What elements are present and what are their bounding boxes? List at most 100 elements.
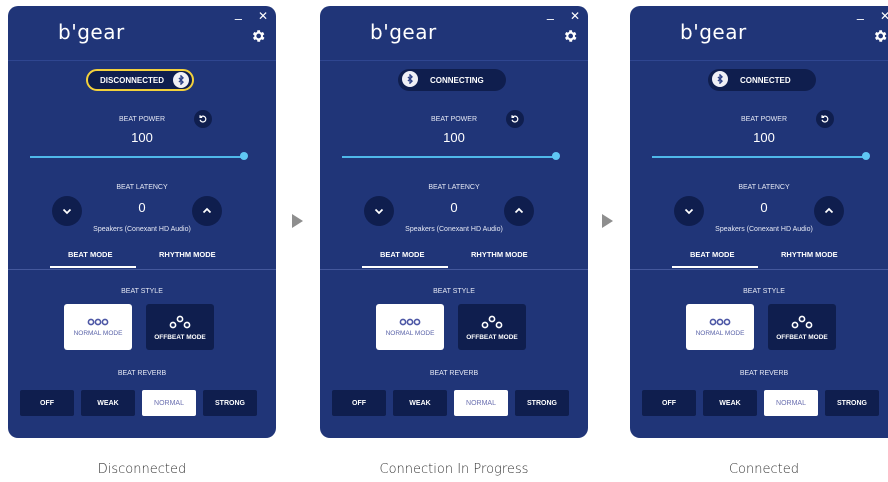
divider: [320, 269, 588, 270]
offbeat-mode-label: OFFBEAT MODE: [154, 333, 206, 341]
reverb-normal-button[interactable]: NORMAL: [142, 390, 196, 416]
reverb-weak-button[interactable]: WEAK: [81, 390, 135, 416]
divider: [630, 269, 888, 270]
slider-thumb[interactable]: [552, 152, 560, 160]
normal-mode-button[interactable]: NORMAL MODE: [64, 304, 132, 350]
connection-status-label: CONNECTED: [740, 75, 791, 85]
minimize-button[interactable]: –: [547, 12, 554, 25]
device-name: Speakers (Conexant HD Audio): [715, 226, 813, 233]
panel-caption: Connection In Progress: [379, 462, 529, 477]
bgear-window: – ✕ b'gear CONNECTED BEAT POWER 100 BEAT…: [630, 6, 888, 438]
connection-toggle[interactable]: DISCONNECTED: [86, 69, 194, 91]
connection-status-label: CONNECTING: [430, 75, 484, 85]
close-button[interactable]: ✕: [880, 10, 888, 22]
bluetooth-icon: [712, 71, 728, 87]
app-logo: b'gear: [58, 20, 125, 44]
latency-up-button[interactable]: [504, 196, 534, 226]
reset-icon: [199, 115, 207, 123]
minimize-button[interactable]: –: [857, 12, 864, 25]
divider: [8, 269, 276, 270]
reset-icon: [511, 115, 519, 123]
offbeat-mode-button[interactable]: OFFBEAT MODE: [458, 304, 526, 350]
normal-mode-icon: [87, 318, 109, 325]
reverb-strong-button[interactable]: STRONG: [515, 390, 569, 416]
latency-up-button[interactable]: [814, 196, 844, 226]
offbeat-mode-icon: [169, 315, 191, 328]
reverb-strong-button[interactable]: STRONG: [825, 390, 879, 416]
gear-icon[interactable]: [562, 28, 578, 44]
chevron-up-icon: [514, 207, 524, 214]
offbeat-mode-label: OFFBEAT MODE: [466, 333, 518, 341]
gear-icon[interactable]: [250, 28, 266, 44]
beat-style-label: BEAT STYLE: [743, 288, 785, 295]
normal-mode-label: NORMAL MODE: [695, 329, 745, 337]
offbeat-mode-icon: [481, 315, 503, 328]
beat-reverb-label: BEAT REVERB: [739, 370, 789, 377]
app-logo: b'gear: [370, 20, 437, 44]
minimize-button[interactable]: –: [235, 12, 242, 25]
mode-tabs: BEAT MODE RHYTHM MODE: [630, 250, 888, 270]
latency-up-button[interactable]: [192, 196, 222, 226]
reverb-off-button[interactable]: OFF: [20, 390, 74, 416]
close-button[interactable]: ✕: [258, 10, 268, 22]
active-tab-indicator: [50, 266, 136, 268]
connection-toggle[interactable]: CONNECTING: [398, 69, 506, 91]
beat-power-label: BEAT POWER: [740, 116, 788, 123]
divider: [630, 60, 888, 61]
offbeat-mode-label: OFFBEAT MODE: [776, 333, 828, 341]
normal-mode-button[interactable]: NORMAL MODE: [376, 304, 444, 350]
beat-latency-label: BEAT LATENCY: [738, 184, 790, 191]
normal-mode-icon: [709, 318, 731, 325]
reset-button[interactable]: [194, 110, 212, 128]
reverb-weak-button[interactable]: WEAK: [703, 390, 757, 416]
normal-mode-button[interactable]: NORMAL MODE: [686, 304, 754, 350]
beat-reverb-label: BEAT REVERB: [429, 370, 479, 377]
mode-tabs: BEAT MODE RHYTHM MODE: [320, 250, 588, 270]
bluetooth-icon: [173, 72, 189, 88]
tab-rhythm-mode[interactable]: RHYTHM MODE: [159, 250, 216, 259]
tab-rhythm-mode[interactable]: RHYTHM MODE: [781, 250, 838, 259]
tab-beat-mode[interactable]: BEAT MODE: [690, 250, 734, 259]
gear-icon[interactable]: [872, 28, 888, 44]
reverb-strong-button[interactable]: STRONG: [203, 390, 257, 416]
tab-beat-mode[interactable]: BEAT MODE: [380, 250, 424, 259]
beat-style-label: BEAT STYLE: [433, 288, 475, 295]
close-button[interactable]: ✕: [570, 10, 580, 22]
offbeat-mode-button[interactable]: OFFBEAT MODE: [768, 304, 836, 350]
reverb-normal-button[interactable]: NORMAL: [454, 390, 508, 416]
active-tab-indicator: [672, 266, 758, 268]
tab-rhythm-mode[interactable]: RHYTHM MODE: [471, 250, 528, 259]
bgear-window: – ✕ b'gear DISCONNECTED BEAT POWER 100 B…: [8, 6, 276, 438]
app-logo: b'gear: [680, 20, 747, 44]
device-name: Speakers (Conexant HD Audio): [93, 226, 191, 233]
chevron-up-icon: [202, 207, 212, 214]
beat-power-slider[interactable]: [342, 156, 556, 158]
reverb-off-button[interactable]: OFF: [642, 390, 696, 416]
offbeat-mode-button[interactable]: OFFBEAT MODE: [146, 304, 214, 350]
beat-power-value: 100: [131, 130, 153, 145]
divider: [320, 60, 588, 61]
reset-button[interactable]: [506, 110, 524, 128]
reset-button[interactable]: [816, 110, 834, 128]
slider-thumb[interactable]: [862, 152, 870, 160]
normal-mode-label: NORMAL MODE: [385, 329, 435, 337]
reverb-normal-button[interactable]: NORMAL: [764, 390, 818, 416]
beat-style-label: BEAT STYLE: [121, 288, 163, 295]
bluetooth-icon: [402, 71, 418, 87]
tab-beat-mode[interactable]: BEAT MODE: [68, 250, 112, 259]
slider-thumb[interactable]: [240, 152, 248, 160]
arrow-icon: [292, 214, 303, 228]
normal-mode-icon: [399, 318, 421, 325]
beat-power-slider[interactable]: [652, 156, 866, 158]
beat-power-slider[interactable]: [30, 156, 244, 158]
bgear-window: – ✕ b'gear CONNECTING BEAT POWER 100 BEA…: [320, 6, 588, 438]
reverb-weak-button[interactable]: WEAK: [393, 390, 447, 416]
beat-power-value: 100: [443, 130, 465, 145]
beat-latency-label: BEAT LATENCY: [428, 184, 480, 191]
reverb-off-button[interactable]: OFF: [332, 390, 386, 416]
divider: [8, 60, 276, 61]
connection-toggle[interactable]: CONNECTED: [708, 69, 816, 91]
mode-tabs: BEAT MODE RHYTHM MODE: [8, 250, 276, 270]
arrow-icon: [602, 214, 613, 228]
active-tab-indicator: [362, 266, 448, 268]
